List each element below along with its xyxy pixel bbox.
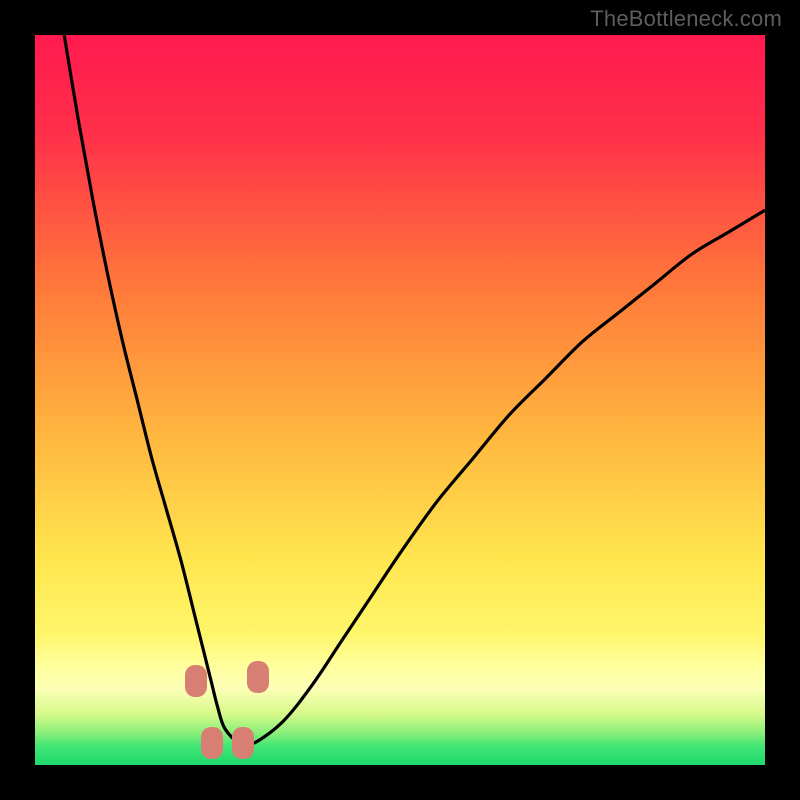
background-gradient xyxy=(35,35,765,765)
data-marker xyxy=(232,727,254,759)
plot-area xyxy=(35,35,765,765)
data-marker xyxy=(201,727,223,759)
chart-frame: TheBottleneck.com xyxy=(0,0,800,800)
data-marker xyxy=(185,665,207,697)
watermark-text: TheBottleneck.com xyxy=(590,6,782,32)
data-marker xyxy=(247,661,269,693)
